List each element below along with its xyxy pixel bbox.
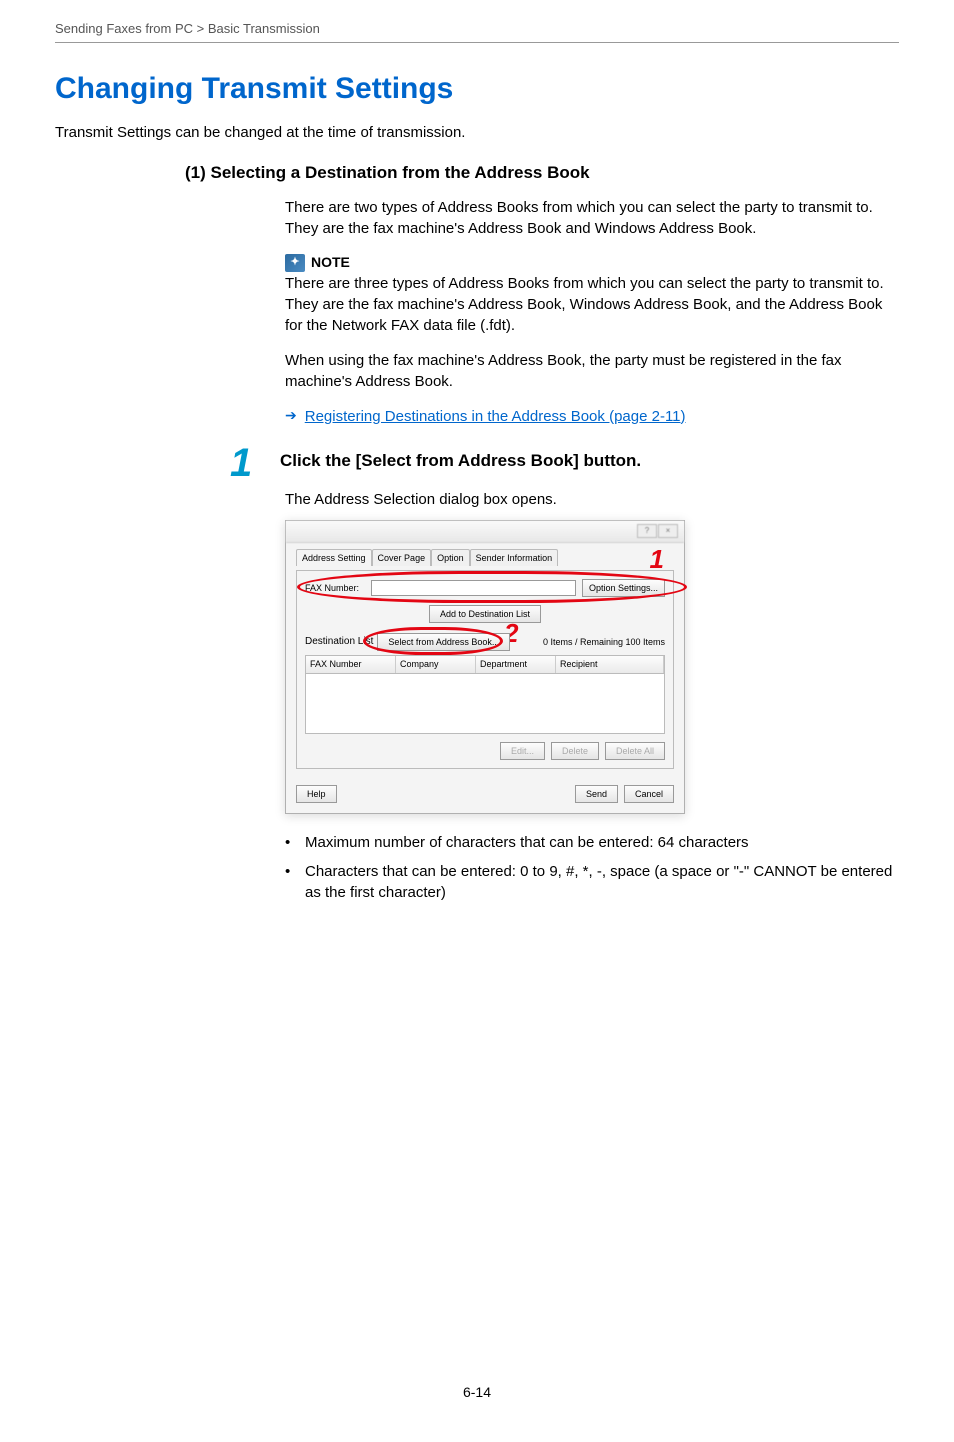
breadcrumb: Sending Faxes from PC > Basic Transmissi…	[55, 20, 899, 43]
step-number: 1	[230, 443, 280, 483]
tab-sender-info[interactable]: Sender Information	[470, 549, 559, 567]
fax-number-label: FAX Number:	[305, 582, 365, 595]
select-from-address-book-button[interactable]: Select from Address Book...	[377, 633, 510, 651]
remaining-items-text: 0 Items / Remaining 100 Items	[543, 636, 665, 649]
paragraph-2: When using the fax machine's Address Boo…	[285, 350, 899, 392]
step-body: The Address Selection dialog box opens.	[285, 489, 899, 510]
note-body: There are three types of Address Books f…	[285, 273, 899, 336]
fax-number-input[interactable]	[371, 580, 576, 596]
destination-list-label: Destination List	[305, 635, 373, 649]
arrow-icon: ➔	[285, 406, 297, 426]
help-button[interactable]: Help	[296, 785, 337, 803]
tab-address-setting[interactable]: Address Setting	[296, 549, 372, 567]
option-settings-button[interactable]: Option Settings...	[582, 579, 665, 597]
step-title: Click the [Select from Address Book] but…	[280, 449, 641, 473]
note-box: ✦ NOTE There are three types of Address …	[285, 253, 899, 336]
add-destination-button[interactable]: Add to Destination List	[429, 605, 541, 623]
delete-button[interactable]: Delete	[551, 742, 599, 760]
send-button[interactable]: Send	[575, 785, 618, 803]
page-number: 6-14	[55, 1383, 899, 1403]
help-window-button[interactable]: ?	[637, 524, 657, 538]
edit-button[interactable]: Edit...	[500, 742, 545, 760]
dialog-screenshot: 1 2 ? × Address Setting Cover Page Optio…	[285, 520, 685, 814]
bullet-list: Maximum number of characters that can be…	[285, 832, 899, 903]
cross-ref-link[interactable]: Registering Destinations in the Address …	[305, 406, 686, 427]
col-department[interactable]: Department	[476, 656, 556, 673]
delete-all-button[interactable]: Delete All	[605, 742, 665, 760]
page-title: Changing Transmit Settings	[55, 68, 899, 110]
cancel-button[interactable]: Cancel	[624, 785, 674, 803]
note-icon: ✦	[285, 254, 305, 272]
destination-list[interactable]	[305, 674, 665, 734]
section-heading: (1) Selecting a Destination from the Add…	[185, 161, 899, 185]
close-window-button[interactable]: ×	[658, 524, 678, 538]
tab-option[interactable]: Option	[431, 549, 470, 567]
paragraph-1: There are two types of Address Books fro…	[285, 197, 899, 239]
col-company[interactable]: Company	[396, 656, 476, 673]
col-fax-number[interactable]: FAX Number	[306, 656, 396, 673]
bullet-item: Maximum number of characters that can be…	[285, 832, 899, 853]
intro-text: Transmit Settings can be changed at the …	[55, 122, 899, 143]
dialog-tabs: Address Setting Cover Page Option Sender…	[296, 549, 674, 567]
list-header: FAX Number Company Department Recipient	[305, 655, 665, 674]
col-recipient[interactable]: Recipient	[556, 656, 664, 673]
bullet-item: Characters that can be entered: 0 to 9, …	[285, 861, 899, 903]
note-label: NOTE	[311, 253, 350, 273]
tab-cover-page[interactable]: Cover Page	[372, 549, 432, 567]
